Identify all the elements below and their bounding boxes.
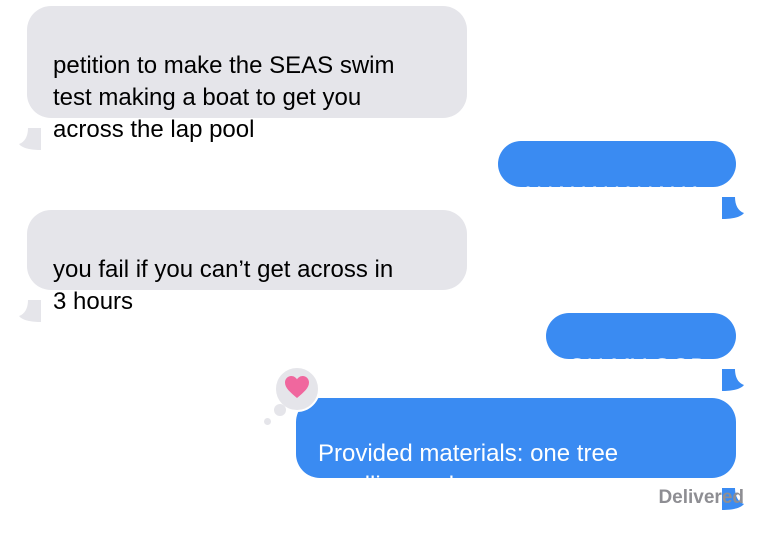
message-thread: petition to make the SEAS swim test maki… xyxy=(0,0,760,520)
delivered-status: Delivered xyxy=(658,487,744,508)
message-text: Provided materials: one tree seedling an… xyxy=(318,440,619,499)
bubble-tail xyxy=(722,165,744,219)
bubble-tail xyxy=(19,96,41,150)
message-text: OH MY GOD xyxy=(568,354,708,381)
message-text: AHAHAHAHAHA xyxy=(520,182,703,209)
message-text: petition to make the SEAS swim test maki… xyxy=(53,52,395,143)
outgoing-message-bubble[interactable]: Provided materials: one tree seedling an… xyxy=(296,398,744,510)
bubble-tail xyxy=(722,337,744,391)
tapback-dot xyxy=(274,404,286,416)
heart-icon xyxy=(284,375,310,404)
tapback-dot xyxy=(264,418,271,425)
message-text: you fail if you can’t get across in 3 ho… xyxy=(53,256,394,315)
outgoing-message-bubble[interactable]: AHAHAHAHAHA xyxy=(498,141,744,219)
tapback-reaction[interactable] xyxy=(262,366,322,430)
bubble-tail xyxy=(722,456,744,510)
incoming-message-bubble[interactable]: petition to make the SEAS swim test maki… xyxy=(19,6,467,150)
bubble-tail xyxy=(19,268,41,322)
incoming-message-bubble[interactable]: you fail if you can’t get across in 3 ho… xyxy=(19,210,467,322)
outgoing-message-bubble[interactable]: OH MY GOD xyxy=(546,313,744,391)
